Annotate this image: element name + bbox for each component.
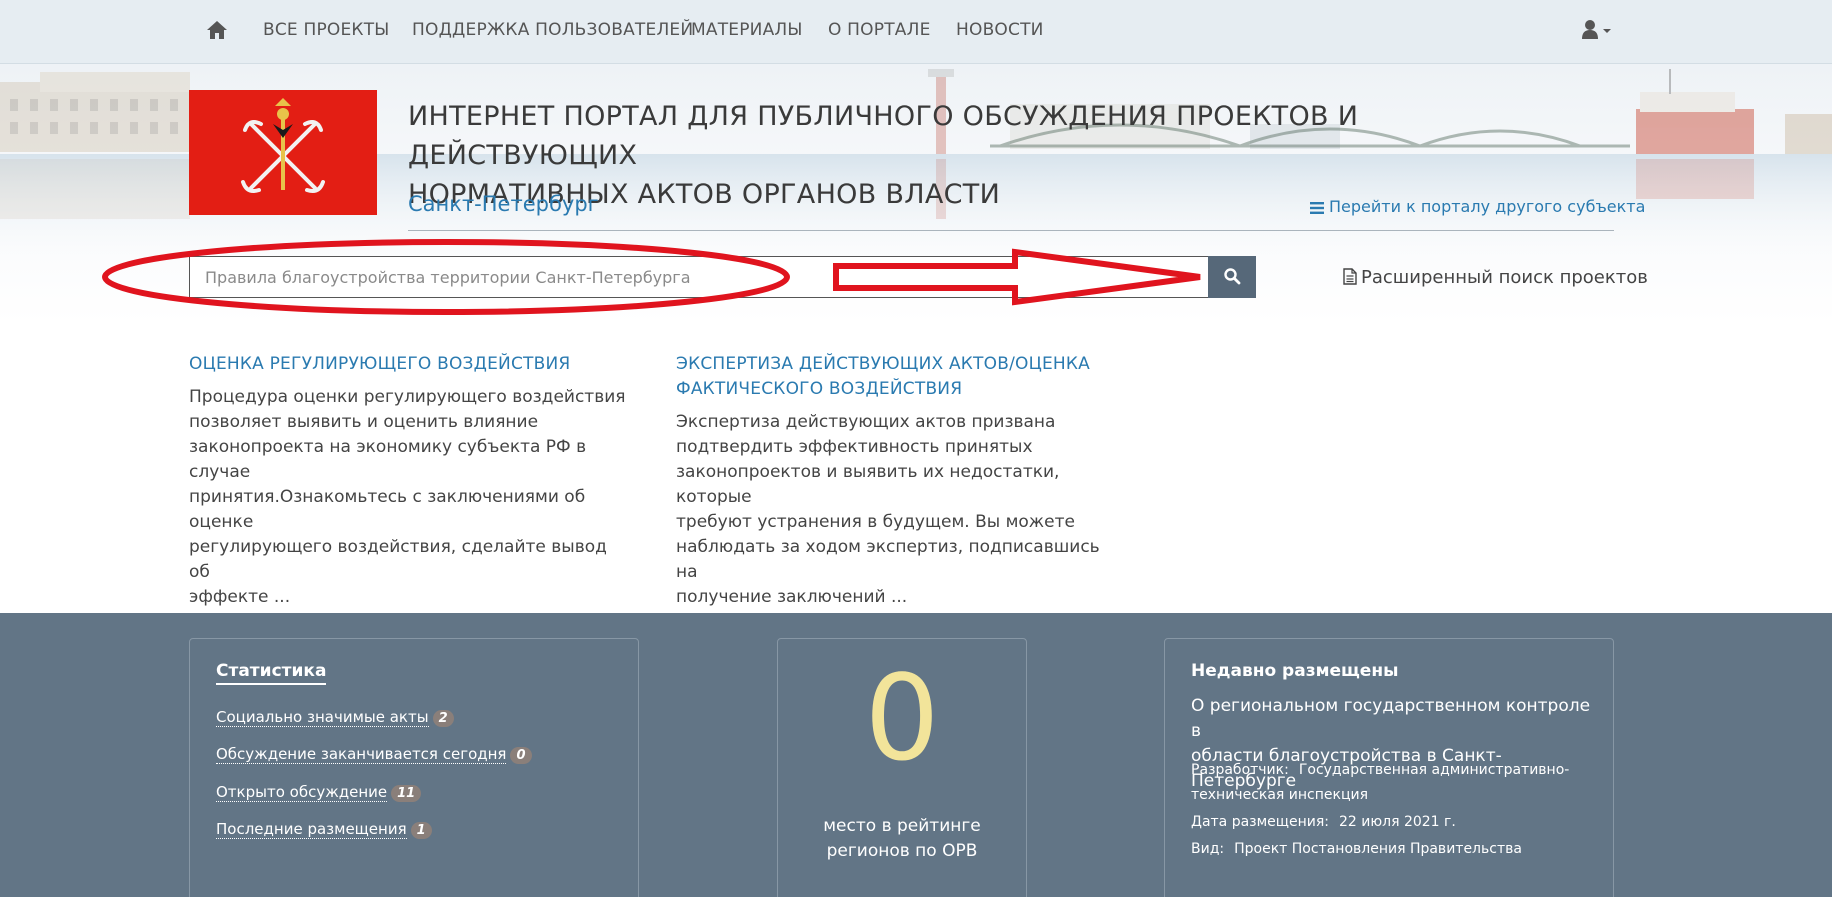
stat-recent-postings[interactable]: Последние размещения 1 — [216, 820, 432, 839]
section-expertise-text-line: Экспертиза действующих актов призвана — [676, 412, 1056, 432]
stat-open-discussion[interactable]: Открыто обсуждение 11 — [216, 783, 422, 802]
nav-all-projects[interactable]: ВСЕ ПРОЕКТЫ — [263, 20, 390, 40]
section-orv: ОЦЕНКА РЕГУЛИРУЮЩЕГО ВОЗДЕЙСТВИЯ Процеду… — [189, 352, 629, 610]
rating-caption: место в рейтинге регионов по ОРВ — [778, 814, 1026, 864]
statistics-card: Статистика Социально значимые акты 2 Обсу… — [189, 638, 639, 897]
switch-region-label: Перейти к порталу другого субъекта — [1329, 197, 1646, 216]
header-divider — [408, 230, 1614, 231]
nav-about[interactable]: О ПОРТАЛЕ — [828, 20, 931, 40]
nav-news[interactable]: НОВОСТИ — [956, 20, 1044, 40]
section-expertise: ЭКСПЕРТИЗА ДЕЙСТВУЮЩИХ АКТОВ/ОЦЕНКА ФАКТ… — [676, 352, 1116, 610]
top-navbar: ВСЕ ПРОЕКТЫ ПОДДЕРЖКА ПОЛЬЗОВАТЕЛЕЙ МАТЕ… — [0, 0, 1832, 64]
stat-socially-significant[interactable]: Социально значимые акты 2 — [216, 708, 454, 727]
type-value: Проект Постановления Правительства — [1234, 841, 1522, 857]
stat-label: Последние размещения — [216, 820, 407, 839]
section-expertise-text-line: подтвердить эффективность принятых — [676, 437, 1033, 457]
section-expertise-text-line: наблюдать за ходом экспертиз, подписавши… — [676, 537, 1100, 582]
section-expertise-text: Экспертиза действующих актов призвана по… — [676, 410, 1116, 610]
recent-type: Вид: Проект Постановления Правительства — [1191, 837, 1591, 862]
section-orv-text-line: позволяет выявить и оценить влияние — [189, 412, 539, 432]
section-expertise-text-line: получение заключений ... — [676, 587, 908, 607]
rating-caption-line1: место в рейтинге — [823, 816, 981, 836]
coat-of-arms-icon — [241, 98, 325, 193]
section-orv-text-line: законопроекта на экономику субъекта РФ в… — [189, 437, 587, 482]
header-banner: ИНТЕРНЕТ ПОРТАЛ ДЛЯ ПУБЛИЧНОГО ОБСУЖДЕНИ… — [0, 64, 1832, 324]
document-icon — [1343, 268, 1357, 285]
search-icon — [1224, 267, 1241, 284]
stat-label: Социально значимые акты — [216, 708, 429, 727]
search-button[interactable] — [1208, 256, 1256, 298]
spb-coat-of-arms-logo[interactable] — [189, 90, 377, 215]
section-orv-text-line: регулирующего воздействия, сделайте выво… — [189, 537, 607, 582]
recent-project-name-line1: О региональном государственном контроле … — [1191, 696, 1591, 741]
switch-region-link[interactable]: Перейти к порталу другого субъекта — [1310, 197, 1645, 216]
recent-date: Дата размещения: 22 июля 2021 г. — [1191, 810, 1591, 835]
stat-count-badge: 1 — [410, 822, 432, 839]
stat-count-badge: 11 — [391, 785, 422, 802]
stat-label: Обсуждение заканчивается сегодня — [216, 745, 507, 764]
date-label: Дата размещения: — [1191, 814, 1329, 830]
date-value: 22 июля 2021 г. — [1338, 814, 1456, 830]
recent-card: Недавно размещены О региональном государ… — [1164, 638, 1614, 897]
stat-count-badge: 0 — [510, 747, 532, 764]
type-label: Вид: — [1191, 841, 1225, 857]
region-name[interactable]: Санкт-Петербург — [408, 192, 599, 216]
developer-value-line1: Государственная административно- — [1298, 762, 1570, 778]
statistics-title: Статистика — [216, 661, 327, 685]
stat-ends-today[interactable]: Обсуждение заканчивается сегодня 0 — [216, 745, 532, 764]
rating-caption-line2: регионов по ОРВ — [826, 841, 978, 861]
section-orv-text-line: Процедура оценки регулирующего воздейств… — [189, 387, 626, 407]
recent-developer: Разработчик: Государственная администрати… — [1191, 758, 1591, 808]
search-input[interactable] — [189, 256, 1209, 298]
developer-value-line2: техническая инспекция — [1191, 787, 1369, 803]
section-expertise-title[interactable]: ЭКСПЕРТИЗА ДЕЙСТВУЮЩИХ АКТОВ/ОЦЕНКА ФАКТ… — [676, 352, 1116, 402]
advanced-search-link[interactable]: Расширенный поиск проектов — [1343, 267, 1648, 288]
recent-title: Недавно размещены — [1191, 661, 1399, 681]
portal-title-line1: ИНТЕРНЕТ ПОРТАЛ ДЛЯ ПУБЛИЧНОГО ОБСУЖДЕНИ… — [408, 101, 1359, 171]
section-orv-text: Процедура оценки регулирующего воздейств… — [189, 385, 629, 610]
section-expertise-text-line: требуют устранения в будущем. Вы можете — [676, 512, 1075, 532]
developer-label: Разработчик: — [1191, 762, 1289, 778]
section-expertise-title-line1: ЭКСПЕРТИЗА ДЕЙСТВУЮЩИХ АКТОВ/ОЦЕНКА — [676, 354, 1091, 374]
home-icon[interactable] — [206, 19, 228, 41]
stat-count-badge: 2 — [432, 710, 454, 727]
section-orv-title-line1: ОЦЕНКА РЕГУЛИРУЮЩЕГО ВОЗДЕЙСТВИЯ — [189, 354, 571, 374]
user-menu-icon[interactable] — [1582, 19, 1616, 41]
nav-materials[interactable]: МАТЕРИАЛЫ — [691, 20, 803, 40]
stat-label: Открыто обсуждение — [216, 783, 388, 802]
rating-card: 0 место в рейтинге регионов по ОРВ — [777, 638, 1027, 897]
section-orv-text-line: принятия.Ознакомьтесь с заключениями об … — [189, 487, 586, 532]
rating-value: 0 — [864, 649, 940, 787]
section-orv-title[interactable]: ОЦЕНКА РЕГУЛИРУЮЩЕГО ВОЗДЕЙСТВИЯ — [189, 352, 629, 377]
list-icon — [1310, 201, 1324, 214]
section-expertise-text-line: законопроектов и выявить их недостатки, … — [676, 462, 1060, 507]
nav-user-support[interactable]: ПОДДЕРЖКА ПОЛЬЗОВАТЕЛЕЙ — [412, 20, 693, 40]
section-orv-text-line: эффекте ... — [189, 587, 291, 607]
section-expertise-title-line2: ФАКТИЧЕСКОГО ВОЗДЕЙСТВИЯ — [676, 379, 963, 399]
advanced-search-label: Расширенный поиск проектов — [1361, 267, 1648, 288]
